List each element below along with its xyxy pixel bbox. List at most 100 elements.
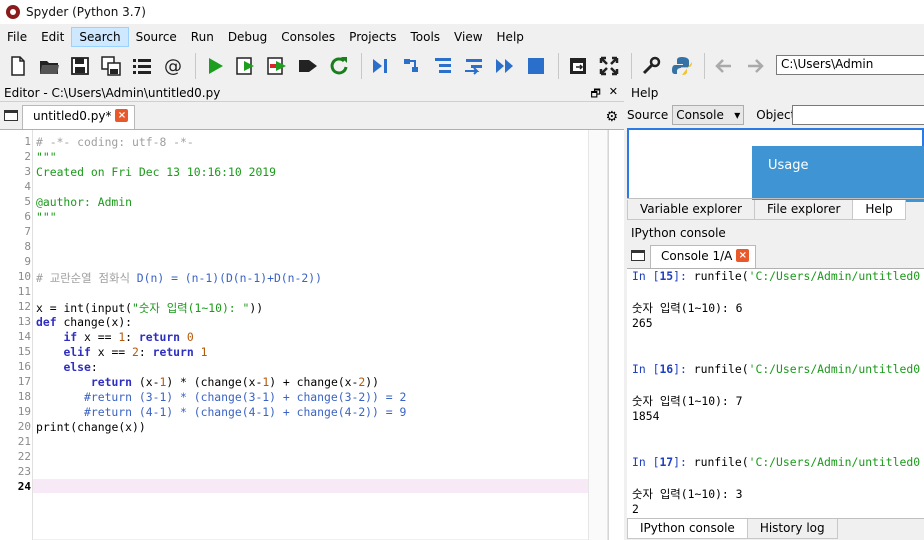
console-line: 숫자 입력(1~10): 3 [632,487,743,501]
run-icon[interactable] [201,52,229,80]
line-number: 13 [17,315,31,328]
menu-debug[interactable]: Debug [221,28,274,46]
line-number: 15 [17,345,31,358]
editor-title-text: Editor - C:\Users\Admin\untitled0.py [4,85,221,100]
run-cell-advance-icon[interactable] [263,52,291,80]
continue-icon[interactable] [491,52,519,80]
save-all-icon[interactable] [97,52,125,80]
editor-tab-bar: untitled0.py* × ⚙ [0,103,624,129]
line-number: 19 [17,405,31,418]
console-line: In [16]: runfile('C:/Users/Admin/untitle… [632,362,921,376]
code-editor[interactable]: 1 2 3 4 5 6 7 8 9 10 11 12 13 14 15 16 17 18 19 20 21 22 23 24 … [0,129,624,540]
close-tab-icon[interactable]: × [115,109,129,122]
line-number: 23 [17,465,31,478]
maximize-pane-icon[interactable] [564,52,592,80]
menu-view[interactable]: View [447,28,489,46]
menu-run[interactable]: Run [184,28,221,46]
tab-untitled0[interactable]: untitled0.py* × [22,105,136,129]
line-number: 16 [17,360,31,373]
tab-history-log[interactable]: History log [746,519,838,539]
menu-edit[interactable]: Edit [34,28,71,46]
line-number: 1 [24,135,31,148]
back-arrow-icon[interactable] [710,52,738,80]
line-number: 18 [17,390,31,403]
menu-search[interactable]: Search [71,27,129,47]
help-content: Usage [627,128,924,202]
editor-edge [608,130,624,540]
save-icon[interactable] [66,52,94,80]
code-line: x = int(input("숫자 입력(1~10): ")) [36,301,264,315]
step-return-icon[interactable] [460,52,488,80]
run-cell-icon[interactable] [232,52,260,80]
line-number-gutter: 1 2 3 4 5 6 7 8 9 10 11 12 13 14 15 16 17 18 19 20 21 22 23 24 [0,130,33,540]
menu-tools[interactable]: Tools [403,28,447,46]
tab-label: untitled0.py* [33,109,112,123]
code-line: """ [36,210,57,224]
menu-projects[interactable]: Projects [342,28,403,46]
preferences-wrench-icon[interactable] [637,52,665,80]
line-number: 4 [24,180,31,193]
usage-title: Usage [768,158,809,173]
tab-help[interactable]: Help [852,200,906,220]
menu-help[interactable]: Help [490,28,531,46]
help-pane-title: Help [627,84,924,102]
forward-arrow-icon[interactable] [741,52,769,80]
tab-variable-explorer[interactable]: Variable explorer [627,200,755,220]
console-output[interactable]: In [15]: runfile('C:/Users/Admin/untitle… [627,268,924,518]
code-line: #return (4-1) * (change(4-1) + change(4-… [36,405,407,419]
file-list-icon[interactable] [128,52,156,80]
object-input[interactable] [792,105,924,125]
line-number: 21 [17,435,31,448]
fullscreen-icon[interactable] [595,52,623,80]
email-at-icon[interactable]: @ [159,52,187,80]
toolbar-separator [195,53,196,79]
step-into-icon[interactable] [429,52,457,80]
undock-icon[interactable]: 🗗 [590,85,600,104]
menu-consoles[interactable]: Consoles [274,28,342,46]
line-number: 11 [17,285,31,298]
close-console-icon[interactable]: × [736,249,750,262]
console-title-text: IPython console [631,226,726,240]
help-title-text: Help [631,86,659,100]
gear-icon[interactable]: ⚙ [605,109,618,125]
line-number: 2 [24,150,31,163]
help-toolbar: Source Console ▾ Object [627,103,924,127]
code-line: def change(x): [36,315,133,329]
code-line: Created on Fri Dec 13 10:16:10 2019 [36,165,277,179]
browse-tabs-icon[interactable] [4,110,18,121]
rerun-icon[interactable] [325,52,353,80]
python-path-icon[interactable] [668,52,696,80]
code-line: @author: Admin [36,195,133,209]
tab-ipython-console[interactable]: IPython console [627,519,748,539]
vertical-scrollbar[interactable] [588,130,608,540]
console-line: In [15]: runfile('C:/Users/Admin/untitle… [632,269,921,283]
console-line: 265 [632,315,653,330]
menu-source[interactable]: Source [129,28,184,46]
step-icon[interactable] [398,52,426,80]
browse-consoles-icon[interactable] [631,250,645,261]
stop-debug-icon[interactable] [522,52,550,80]
working-directory-input[interactable]: C:\Users\Admin [776,55,924,75]
title-bar: Spyder (Python 3.7) [0,0,924,24]
toolbar-separator [361,53,362,79]
chevron-down-icon: ▾ [734,108,741,122]
code-line: if x == 1: return 0 [63,330,194,344]
tab-console-1a[interactable]: Console 1/A × [650,245,757,269]
editor-pane-title: Editor - C:\Users\Admin\untitled0.py 🗗 ✕ [0,84,624,102]
line-number: 7 [24,225,31,238]
debug-icon[interactable] [367,52,395,80]
run-selection-icon[interactable] [294,52,322,80]
console-line: 숫자 입력(1~10): 6 [632,301,743,315]
code-line: return (x-1) * (change(x-1) + change(x-2… [90,375,379,389]
tab-file-explorer[interactable]: File explorer [753,200,854,220]
line-number: 9 [24,255,31,268]
menu-file[interactable]: File [0,28,34,46]
line-number: 22 [17,450,31,463]
source-select[interactable]: Console ▾ [672,105,745,125]
object-label: Object [756,108,796,122]
console-line: 2 [632,501,639,516]
open-folder-icon[interactable] [35,52,63,80]
close-pane-icon[interactable]: ✕ [609,85,618,104]
new-file-icon[interactable] [4,52,32,80]
code-line: else: [63,360,98,374]
